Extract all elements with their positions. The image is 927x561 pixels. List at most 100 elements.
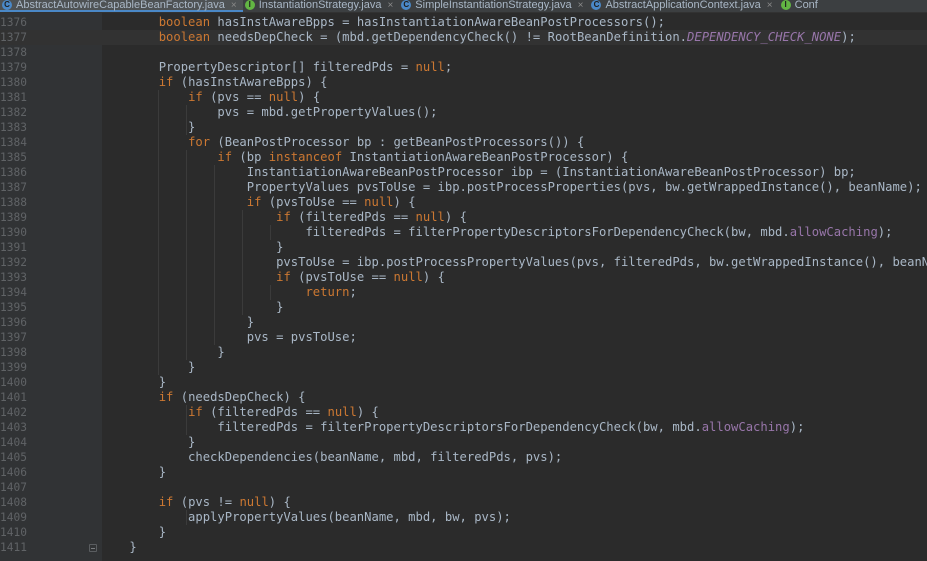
code-token: (pvsToUse ==	[261, 195, 365, 209]
code-token: (BeanPostProcessor bp : getBeanPostProce…	[210, 135, 585, 149]
tab-file[interactable]: C AbstractAutowireCapableBeanFactory.java…	[0, 0, 243, 12]
code-text: filteredPds = filterPropertyDescriptorsF…	[100, 225, 892, 240]
code-text: pvs = pvsToUse;	[100, 330, 357, 345]
line-number: 1376	[0, 16, 27, 29]
close-tab-icon[interactable]: ×	[231, 0, 237, 11]
code-line: 1381 if (pvs == null) {	[0, 90, 927, 105]
code-text: for (BeanPostProcessor bp : getBeanPostP…	[100, 135, 584, 150]
code-text: boolean hasInstAwareBpps = hasInstantiat…	[100, 15, 665, 30]
class-icon: C	[2, 0, 12, 10]
line-number: 1383	[0, 121, 27, 134]
tab-file[interactable]: C AbstractApplicationContext.java ×	[589, 0, 778, 12]
code-token: }	[100, 240, 284, 254]
indent-guide	[186, 510, 187, 525]
code-line: 1393 if (pvsToUse == null) {	[0, 270, 927, 285]
line-number: 1395	[0, 301, 27, 314]
line-number: 1405	[0, 451, 27, 464]
code-line: 1392 pvsToUse = ibp.postProcessPropertyV…	[0, 255, 927, 270]
code-token: pvsToUse = ibp.postProcessPropertyValues…	[100, 255, 927, 269]
code-line: 1408 if (pvs != null) {	[0, 495, 927, 510]
code-token: ) {	[444, 210, 467, 224]
code-token: needsDepCheck = (mbd.getDependencyCheck(…	[210, 30, 688, 44]
line-number: 1392	[0, 256, 27, 269]
line-number: 1379	[0, 61, 27, 74]
code-line: 1400 }	[0, 375, 927, 390]
code-text: }	[100, 300, 283, 315]
line-number: 1390	[0, 226, 27, 239]
close-tab-icon[interactable]: ×	[387, 0, 393, 11]
line-number: 1409	[0, 511, 27, 524]
line-number: 1411	[0, 541, 27, 554]
tab-label: Conf	[794, 0, 818, 11]
code-line: 1405 checkDependencies(beanName, mbd, fi…	[0, 450, 927, 465]
code-text: }	[100, 360, 195, 375]
tab-label: InstantiationStrategy.java	[258, 0, 382, 11]
code-line: 1383 }	[0, 120, 927, 135]
code-line: 1377 boolean needsDepCheck = (mbd.getDep…	[0, 30, 927, 45]
code-token: }	[100, 465, 167, 479]
line-number: 1398	[0, 346, 27, 359]
code-line: 1410 }	[0, 525, 927, 540]
code-line: 1380 if (hasInstAwareBpps) {	[0, 75, 927, 90]
code-line: 1407	[0, 480, 927, 495]
code-text: if (needsDepCheck) {	[100, 390, 306, 405]
code-token: );	[877, 225, 893, 239]
field-token: DEPENDENCY_CHECK_NONE	[687, 30, 842, 44]
tab-file[interactable]: I InstantiationStrategy.java ×	[243, 0, 400, 12]
code-text: }	[100, 315, 254, 330]
code-token: (filteredPds ==	[202, 405, 328, 419]
indent-guide	[242, 210, 243, 315]
code-token: ) {	[422, 270, 445, 284]
line-number: 1408	[0, 496, 27, 509]
keyword-token: null	[268, 90, 299, 104]
code-text: }	[100, 465, 166, 480]
code-text: if (filteredPds == null) {	[100, 405, 379, 420]
keyword-token: if	[158, 495, 174, 509]
tab-file[interactable]: C SimpleInstantiationStrategy.java ×	[399, 0, 589, 12]
code-line: 1409 applyPropertyValues(beanName, mbd, …	[0, 510, 927, 525]
fold-toggle-icon[interactable]	[89, 544, 97, 552]
indent-guide	[270, 285, 271, 300]
code-token: }	[100, 360, 196, 374]
line-number: 1403	[0, 421, 27, 434]
editor-tab-bar: C AbstractAutowireCapableBeanFactory.java…	[0, 0, 927, 13]
line-number: 1378	[0, 46, 27, 59]
tab-label: AbstractApplicationContext.java	[605, 0, 761, 11]
line-number: 1386	[0, 166, 27, 179]
line-number: 1384	[0, 136, 27, 149]
code-text: PropertyDescriptor[] filteredPds = null;	[100, 60, 453, 75]
keyword-token: if	[217, 150, 233, 164]
code-text: }	[100, 525, 166, 540]
code-token: pvs = mbd.getPropertyValues();	[100, 105, 438, 119]
line-number: 1406	[0, 466, 27, 479]
tab-label: SimpleInstantiationStrategy.java	[415, 0, 572, 11]
keyword-token: if	[246, 195, 262, 209]
keyword-token: if	[158, 75, 174, 89]
keyword-token: instanceof	[268, 150, 343, 164]
code-token: }	[100, 120, 196, 134]
line-number: 1404	[0, 436, 27, 449]
code-token: ) {	[298, 90, 321, 104]
code-token: ) {	[393, 195, 416, 209]
keyword-token: null	[393, 270, 423, 284]
keyword-token: null	[364, 195, 394, 209]
code-line: 1394 return;	[0, 285, 927, 300]
code-line: 1386 InstantiationAwareBeanPostProcessor…	[0, 165, 927, 180]
class-icon: C	[401, 0, 412, 10]
tab-file[interactable]: I Conf	[779, 0, 824, 12]
close-tab-icon[interactable]: ×	[578, 0, 584, 11]
code-token: PropertyDescriptor[] filteredPds =	[100, 60, 416, 74]
code-line: 1388 if (pvsToUse == null) {	[0, 195, 927, 210]
code-text: pvsToUse = ibp.postProcessPropertyValues…	[100, 255, 927, 270]
line-number: 1407	[0, 481, 27, 494]
code-line: 1402 if (filteredPds == null) {	[0, 405, 927, 420]
interface-icon: I	[244, 0, 255, 10]
code-token: (pvs !=	[173, 495, 240, 509]
code-editor[interactable]: 1376 boolean hasInstAwareBpps = hasInsta…	[0, 13, 927, 561]
close-tab-icon[interactable]: ×	[767, 0, 773, 11]
